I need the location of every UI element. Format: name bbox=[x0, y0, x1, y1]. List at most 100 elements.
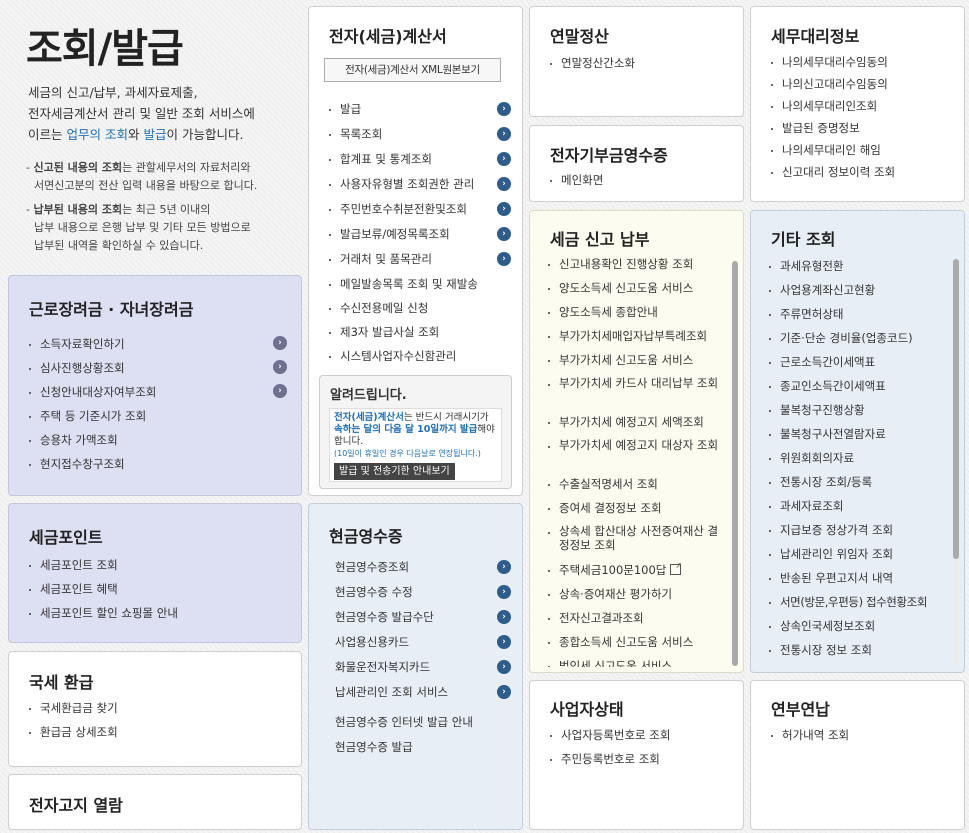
issue-deadline-button[interactable]: 발급 및 전송기한 안내보기 bbox=[334, 463, 455, 480]
xml-view-button[interactable]: 전자(세금)계산서 XML원본보기 bbox=[324, 58, 501, 82]
scrollbar-thumb[interactable] bbox=[732, 261, 738, 666]
list-item[interactable]: 주류면허상태 bbox=[769, 306, 959, 330]
list-item[interactable]: 사업자등록번호로 조회 bbox=[550, 727, 730, 751]
filing-title: 세금 신고 납부 bbox=[550, 230, 650, 249]
list-item[interactable]: 양도소득세 신고도움 서비스 bbox=[548, 280, 728, 304]
list-item[interactable]: 허가내역 조회 bbox=[771, 727, 951, 751]
list-item[interactable]: 사업용신용카드 › bbox=[335, 634, 511, 659]
cash-title: 현금영수증 bbox=[329, 527, 403, 546]
list-item[interactable]: 주민등록번호로 조회 bbox=[550, 751, 730, 775]
list-item[interactable]: 신청안내대상자여부조회 › bbox=[29, 384, 287, 408]
other-list: 과세유형전환 사업용계좌신고현황 주류면허상태 기준·단순 경비율(업종코드) … bbox=[769, 258, 959, 666]
list-item[interactable]: 발급 › bbox=[329, 101, 511, 126]
list-item[interactable]: 지급보증 정상가격 조회 bbox=[769, 522, 959, 546]
list-item[interactable]: 나의세무대리수임동의 bbox=[771, 54, 956, 76]
list-item[interactable]: 전통시장 정보 조회 bbox=[769, 642, 959, 666]
list-item[interactable]: 주민번호수취분전환및조회 › bbox=[329, 201, 511, 226]
list-item[interactable]: 나의세무대리인조회 bbox=[771, 98, 956, 120]
list-item[interactable]: 주택세금100문100답 ↗ bbox=[548, 562, 728, 586]
refund-title: 국세 환급 bbox=[29, 673, 94, 692]
chevron-right-icon: › bbox=[497, 610, 511, 624]
inquiry-link[interactable]: 업무의 조회 bbox=[66, 127, 127, 142]
list-item[interactable]: 국세환급금 찾기 bbox=[29, 700, 287, 724]
list-item[interactable]: 목록조회 › bbox=[329, 126, 511, 151]
list-item[interactable]: 사용자유형별 조회권한 관리 › bbox=[329, 176, 511, 201]
donation-receipt-box: 전자기부금영수증 메인화면 bbox=[529, 125, 744, 202]
scrollbar-thumb[interactable] bbox=[953, 259, 959, 559]
list-item[interactable]: 상속·증여재산 평가하기 bbox=[548, 586, 728, 610]
list-item[interactable]: 위원회회의자료 bbox=[769, 450, 959, 474]
list-item[interactable]: 부가가치세매입자납부특례조회 bbox=[548, 328, 728, 352]
list-item[interactable]: 거래처 및 품목관리 › bbox=[329, 251, 511, 276]
list-item[interactable]: 전통시장 조회/등록 bbox=[769, 474, 959, 498]
notice-panel: 알려드립니다. 전자(세금)계산서는 반드시 거래시기가 속하는 달의 다음 달… bbox=[319, 375, 512, 489]
list-item[interactable]: 현금영수증 인터넷 발급 안내 bbox=[335, 714, 511, 739]
agent-title: 세무대리정보 bbox=[771, 27, 860, 46]
list-item[interactable]: 법인세 신고도움 서비스 bbox=[548, 658, 728, 667]
list-item[interactable]: 현지접수창구조회 bbox=[29, 456, 287, 480]
list-item[interactable]: 불복청구진행상황 bbox=[769, 402, 959, 426]
list-item[interactable]: 환급금 상세조회 bbox=[29, 724, 287, 748]
list-item[interactable]: 불복청구사전열람자료 bbox=[769, 426, 959, 450]
chevron-right-icon: › bbox=[497, 660, 511, 674]
list-item[interactable]: 서면(방문,우편등) 접수현황조회 bbox=[769, 594, 959, 618]
list-item[interactable]: 부가가치세 예정고지 세액조회 bbox=[548, 414, 728, 438]
list-item[interactable]: 전자신고결과조회 bbox=[548, 610, 728, 634]
list-item[interactable]: 납세관리인 위임자 조회 bbox=[769, 546, 959, 570]
list-item[interactable]: 반송된 우편고지서 내역 bbox=[769, 570, 959, 594]
list-item[interactable]: 발급보류/예정목록조회 › bbox=[329, 226, 511, 251]
list-item[interactable]: 현금영수증 수정 › bbox=[335, 584, 511, 609]
list-item[interactable]: 양도소득세 종합안내 bbox=[548, 304, 728, 328]
list-item[interactable]: 과세유형전환 bbox=[769, 258, 959, 282]
chevron-right-icon: › bbox=[497, 127, 511, 141]
list-item[interactable]: 증여세 결정정보 조회 bbox=[548, 500, 728, 524]
external-link-icon: ↗ bbox=[670, 562, 682, 575]
list-item[interactable]: 납세관리인 조회 서비스 › bbox=[335, 684, 511, 714]
donation-list: 메인화면 bbox=[550, 172, 730, 196]
list-item[interactable]: 현금영수증조회 › bbox=[335, 559, 511, 584]
chevron-right-icon: › bbox=[273, 360, 287, 374]
list-item[interactable]: 메일발송목록 조회 및 재발송 bbox=[329, 276, 511, 300]
enotice-title[interactable]: 전자고지 열람 bbox=[29, 792, 123, 816]
list-item[interactable]: 부가가치세 카드사 대리납부 조회 bbox=[548, 376, 728, 414]
list-item[interactable]: 현금영수증 발급수단 › bbox=[335, 609, 511, 634]
list-item[interactable]: 연말정산간소화 bbox=[550, 55, 730, 79]
list-item[interactable]: 나의세무대리인 해임 bbox=[771, 142, 956, 164]
list-item[interactable]: 부가가치세 예정고지 대상자 조회 bbox=[548, 438, 728, 476]
year-end-box: 연말정산 연말정산간소화 bbox=[529, 6, 744, 117]
list-item[interactable]: 기준·단순 경비율(업종코드) bbox=[769, 330, 959, 354]
list-item[interactable]: 종합소득세 신고도움 서비스 bbox=[548, 634, 728, 658]
list-item[interactable]: 승용차 가액조회 bbox=[29, 432, 287, 456]
list-item[interactable]: 시스템사업자수신함관리 bbox=[329, 348, 511, 372]
list-item[interactable]: 발급된 증명정보 bbox=[771, 120, 956, 142]
list-item[interactable]: 신고내용확인 진행상황 조회 bbox=[548, 256, 728, 280]
other-title: 기타 조회 bbox=[771, 230, 836, 249]
list-item[interactable]: 세금포인트 할인 쇼핑몰 안내 bbox=[29, 605, 287, 629]
list-item[interactable]: 수신전용메일 신청 bbox=[329, 300, 511, 324]
list-item[interactable]: 심사진행상황조회 › bbox=[29, 360, 287, 384]
list-item[interactable]: 사업용계좌신고현황 bbox=[769, 282, 959, 306]
list-item[interactable]: 상속인국세정보조회 bbox=[769, 618, 959, 642]
list-item[interactable]: 메인화면 bbox=[550, 172, 730, 196]
list-item[interactable]: 세금포인트 조회 bbox=[29, 557, 287, 581]
list-item[interactable]: 신고대리 정보이력 조회 bbox=[771, 164, 956, 186]
list-item[interactable]: 소득자료확인하기 › bbox=[29, 336, 287, 360]
e-notice-box[interactable]: 전자고지 열람 bbox=[8, 774, 302, 830]
list-item[interactable]: 근로소득간이세액표 bbox=[769, 354, 959, 378]
list-item[interactable]: 주택 등 기준시가 조회 bbox=[29, 408, 287, 432]
list-item[interactable]: 수출실적명세서 조회 bbox=[548, 476, 728, 500]
list-item[interactable]: 과세자료조회 bbox=[769, 498, 959, 522]
list-item[interactable]: 종교인소득간이세액표 bbox=[769, 378, 959, 402]
list-item[interactable]: 화물운전자복지카드 › bbox=[335, 659, 511, 684]
list-item[interactable]: 제3자 발급사실 조회 bbox=[329, 324, 511, 348]
list-item[interactable]: 나의신고대리수임동의 bbox=[771, 76, 956, 98]
taxpoint-list: 세금포인트 조회 세금포인트 혜택 세금포인트 할인 쇼핑몰 안내 bbox=[29, 557, 287, 629]
list-item[interactable]: 부가가치세 신고도움 서비스 bbox=[548, 352, 728, 376]
list-item[interactable]: 합계표 및 통계조회 › bbox=[329, 151, 511, 176]
other-scrollbar[interactable] bbox=[953, 259, 959, 664]
filing-scrollbar[interactable] bbox=[732, 261, 738, 666]
list-item[interactable]: 세금포인트 혜택 bbox=[29, 581, 287, 605]
list-item[interactable]: 현금영수증 발급 bbox=[335, 739, 511, 764]
list-item[interactable]: 상속세 합산대상 사전증여재산 결정정보 조회 bbox=[548, 524, 728, 562]
issue-link[interactable]: 발급 bbox=[143, 127, 166, 142]
